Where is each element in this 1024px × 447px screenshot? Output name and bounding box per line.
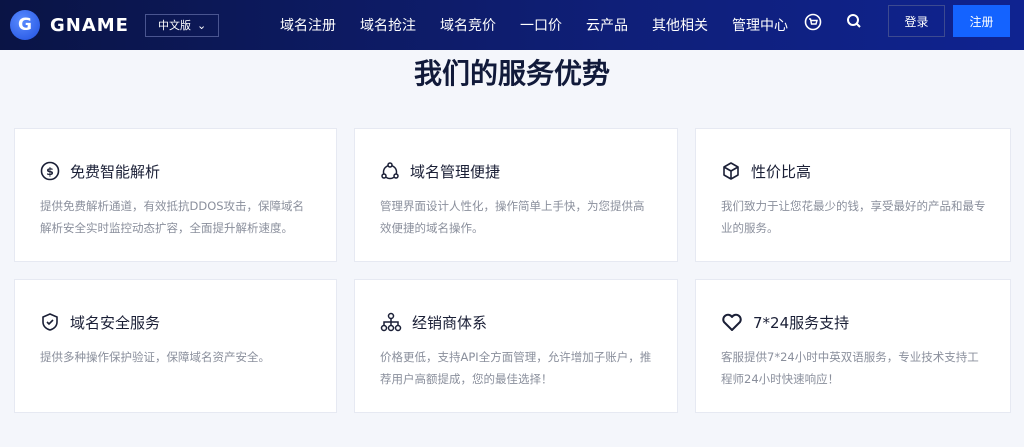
nav-item[interactable]: 管理中心 (732, 15, 788, 35)
hierarchy-icon (380, 312, 402, 332)
card-title: 经销商体系 (412, 313, 488, 332)
service-card: 7*24服务支持 客服提供7*24小时中英双语服务，专业技术支持工程师24小时快… (695, 279, 1011, 413)
nav-item[interactable]: 云产品 (586, 15, 628, 35)
card-title: 域名安全服务 (70, 313, 161, 332)
card-title: 性价比高 (751, 162, 812, 181)
logo-icon: G (10, 10, 40, 40)
cart-icon[interactable] (804, 13, 822, 31)
service-card: 性价比高 我们致力于让您花最少的钱，享受最好的产品和最专业的服务。 (695, 128, 1011, 262)
dollar-icon: $ (40, 161, 60, 181)
nav-item[interactable]: 域名抢注 (360, 15, 416, 35)
nav-item[interactable]: 一口价 (520, 15, 562, 35)
nav-item[interactable]: 域名注册 (280, 15, 336, 35)
search-icon[interactable] (846, 13, 862, 29)
box-icon (723, 162, 739, 180)
main-nav: 域名注册 域名抢注 域名竞价 一口价 云产品 其他相关 管理中心 (280, 15, 812, 35)
language-select[interactable]: 中文版 ⌄ (144, 13, 220, 37)
share-nodes-icon (381, 162, 399, 180)
card-title: 免费智能解析 (70, 162, 161, 181)
card-description: 客服提供7*24小时中英双语服务，专业技术支持工程师24小时快速响应！ (721, 350, 979, 386)
card-description: 提供免费解析通道，有效抵抗DDOS攻击，保障域名解析安全实时监控动态扩容，全面提… (40, 199, 305, 235)
register-button[interactable]: 注册 (953, 5, 1010, 37)
card-title: 7*24服务支持 (753, 313, 850, 332)
section-title: 我们的服务优势 (413, 57, 610, 90)
logo[interactable]: G GNAME (10, 10, 129, 40)
service-card: 经销商体系 价格更低，支持API全方面管理，允许增加子账户，推荐用户高额提成，您… (354, 279, 678, 413)
card-description: 价格更低，支持API全方面管理，允许增加子账户，推荐用户高额提成，您的最佳选择！ (380, 350, 652, 386)
shield-check-icon (42, 313, 58, 331)
card-description: 提供多种操作保护验证，保障域名资产安全。 (40, 350, 270, 364)
chevron-down-icon: ⌄ (196, 18, 207, 32)
card-description: 管理界面设计人性化，操作简单上手快，为您提供高效便捷的域名操作。 (380, 199, 645, 235)
card-description: 我们致力于让您花最少的钱，享受最好的产品和最专业的服务。 (721, 199, 986, 235)
svg-text:$: $ (46, 165, 54, 178)
top-navbar: G GNAME 中文版 ⌄ 域名注册 域名抢注 域名竞价 一口价 云产品 其他相关… (0, 0, 1024, 50)
heart-icon (722, 313, 742, 331)
service-card: 域名管理便捷 管理界面设计人性化，操作简单上手快，为您提供高效便捷的域名操作。 (354, 128, 678, 262)
card-title: 域名管理便捷 (410, 162, 501, 181)
login-button[interactable]: 登录 (888, 5, 945, 37)
nav-item[interactable]: 其他相关 (652, 15, 708, 35)
brand-name: GNAME (50, 14, 129, 36)
language-label: 中文版 (157, 19, 191, 32)
service-card: 域名安全服务 提供多种操作保护验证，保障域名资产安全。 (14, 279, 337, 413)
nav-item[interactable]: 域名竞价 (440, 15, 496, 35)
services-grid: $ 免费智能解析 提供免费解析通道，有效抵抗DDOS攻击，保障域名解析安全实时监控… (14, 128, 1011, 413)
service-card: $ 免费智能解析 提供免费解析通道，有效抵抗DDOS攻击，保障域名解析安全实时监控… (14, 128, 337, 262)
